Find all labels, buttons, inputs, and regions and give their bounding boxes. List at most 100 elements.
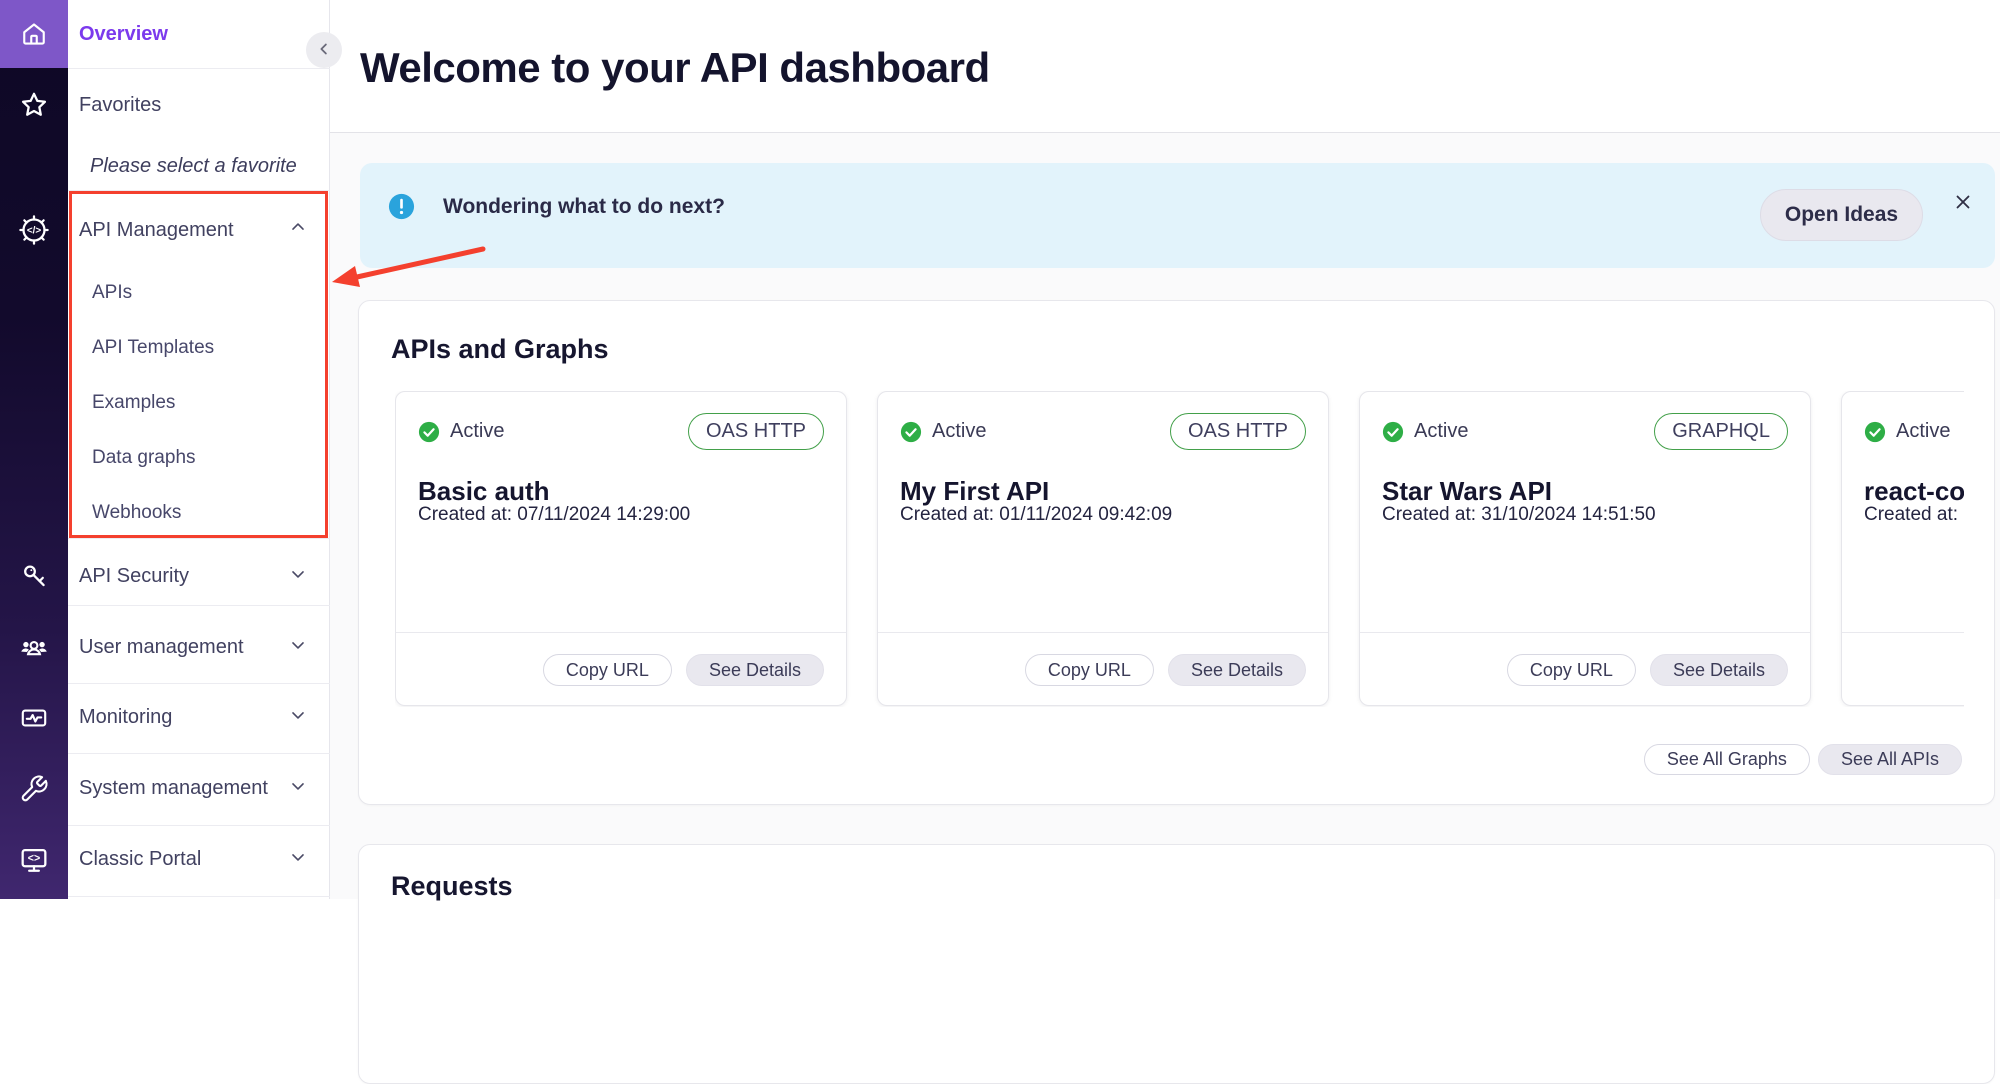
api-type-badge: OAS HTTP — [688, 413, 824, 450]
status-badge: Active — [1896, 420, 1950, 443]
icon-rail: </> <> — [0, 0, 68, 899]
api-cards-row: Active OAS HTTP Basic auth Created at: 0… — [395, 391, 1964, 706]
api-card-basic-auth: Active OAS HTTP Basic auth Created at: 0… — [395, 391, 847, 706]
api-created-at: Created at: 01/11/2024 09:42:09 — [900, 504, 1172, 526]
sidebar-item-api-security[interactable]: API Security — [68, 549, 330, 604]
banner-message: Wondering what to do next? — [443, 194, 725, 219]
api-type-badge: GRAPHQL — [1654, 413, 1788, 450]
sidebar-item-monitoring[interactable]: Monitoring — [68, 690, 330, 745]
sidebar-item-examples[interactable]: Examples — [68, 381, 330, 425]
see-details-button[interactable]: See Details — [1168, 654, 1306, 686]
sidebar-item-label: API Management — [79, 219, 234, 242]
api-name: Star Wars API — [1382, 476, 1552, 507]
see-details-button[interactable]: See Details — [1650, 654, 1788, 686]
api-card-my-first-api: Active OAS HTTP My First API Created at:… — [877, 391, 1329, 706]
info-icon — [387, 192, 416, 226]
svg-text:</>: </> — [27, 226, 42, 237]
status-badge: Active — [932, 420, 986, 443]
sidebar-item-label: Monitoring — [79, 706, 172, 729]
divider — [68, 896, 330, 897]
rail-item-classic-portal[interactable]: <> — [0, 832, 68, 888]
sidebar-item-favorites[interactable]: Favorites — [68, 78, 330, 132]
monitoring-icon — [18, 702, 50, 734]
divider — [68, 605, 330, 606]
rail-item-api-security[interactable] — [0, 548, 68, 604]
sidebar-item-label: Examples — [92, 392, 175, 414]
divider — [68, 825, 330, 826]
api-cards-viewport: Active OAS HTTP Basic auth Created at: 0… — [395, 391, 1964, 707]
divider — [68, 68, 330, 69]
collapse-sidebar-button[interactable] — [306, 32, 342, 68]
sidebar-item-label: Overview — [79, 23, 168, 46]
divider — [68, 538, 330, 539]
sidebar-item-label: Classic Portal — [79, 848, 201, 871]
section-title: Requests — [391, 871, 513, 902]
sidebar-item-label: APIs — [92, 282, 132, 304]
api-created-at: Created at: 31/10/2024 14:51:50 — [1382, 504, 1656, 526]
check-circle-icon — [418, 421, 440, 443]
svg-text:<>: <> — [28, 853, 40, 865]
sidebar-item-classic-portal[interactable]: Classic Portal — [68, 832, 330, 887]
sidebar-item-user-management[interactable]: User management — [68, 620, 330, 675]
rail-item-system-management[interactable] — [0, 761, 68, 817]
api-name: react-co — [1864, 476, 1964, 507]
chevron-down-icon — [288, 776, 308, 802]
apis-and-graphs-section: APIs and Graphs Active OAS HTTP Basic au… — [358, 300, 1995, 805]
sidebar-item-label: Data graphs — [92, 447, 196, 469]
wrench-icon — [19, 774, 49, 804]
copy-url-button[interactable]: Copy URL — [1025, 654, 1154, 686]
sidebar-item-overview[interactable]: Overview — [68, 0, 330, 68]
home-icon — [19, 19, 49, 49]
divider — [68, 190, 330, 191]
chevron-down-icon — [288, 705, 308, 731]
rail-item-home[interactable] — [0, 0, 68, 68]
sidebar-item-label: Webhooks — [92, 502, 181, 524]
sidebar-item-system-management[interactable]: System management — [68, 761, 330, 816]
section-title: APIs and Graphs — [391, 334, 609, 365]
info-banner: Wondering what to do next? Open Ideas — [360, 163, 1995, 268]
copy-url-button[interactable]: Copy URL — [1507, 654, 1636, 686]
see-all-apis-button[interactable]: See All APIs — [1818, 744, 1962, 775]
page-title: Welcome to your API dashboard — [360, 44, 990, 92]
api-type-badge: OAS HTTP — [1170, 413, 1306, 450]
sidebar-nav: Overview Favorites Please select a favor… — [68, 0, 330, 899]
sidebar-item-apis[interactable]: APIs — [68, 271, 330, 315]
rail-item-favorites[interactable] — [0, 77, 68, 133]
check-circle-icon — [900, 421, 922, 443]
chevron-down-icon — [288, 635, 308, 661]
see-details-button[interactable]: See Details — [686, 654, 824, 686]
rail-item-user-management[interactable] — [0, 620, 68, 676]
api-gear-icon: </> — [17, 213, 51, 247]
see-all-graphs-button[interactable]: See All Graphs — [1644, 744, 1810, 775]
users-icon — [17, 631, 51, 665]
api-card-star-wars-api: Active GRAPHQL Star Wars API Created at:… — [1359, 391, 1811, 706]
status-badge: Active — [450, 420, 504, 443]
api-name: My First API — [900, 476, 1049, 507]
open-ideas-button[interactable]: Open Ideas — [1760, 189, 1923, 241]
sidebar-item-label: API Templates — [92, 337, 214, 359]
rail-item-api-management[interactable]: </> — [0, 202, 68, 258]
chevron-down-icon — [288, 847, 308, 873]
sidebar-item-api-templates[interactable]: API Templates — [68, 326, 330, 370]
api-card-react-co: Active react-co Created at: Copy URL See… — [1841, 391, 1964, 706]
rail-item-monitoring[interactable] — [0, 690, 68, 746]
main-header: Welcome to your API dashboard — [330, 0, 2000, 133]
main-content: Welcome to your API dashboard Wondering … — [330, 0, 2000, 899]
sidebar-item-webhooks[interactable]: Webhooks — [68, 491, 330, 535]
key-icon — [18, 560, 50, 592]
copy-url-button[interactable]: Copy URL — [543, 654, 672, 686]
sidebar-item-data-graphs[interactable]: Data graphs — [68, 436, 330, 480]
chevron-up-icon — [288, 217, 308, 243]
sidebar-item-label: API Security — [79, 565, 189, 588]
api-created-at: Created at: — [1864, 504, 1958, 526]
sidebar-item-api-management[interactable]: API Management — [68, 203, 330, 257]
divider — [68, 753, 330, 754]
sidebar-item-label: System management — [79, 777, 268, 800]
portal-monitor-icon: <> — [17, 843, 51, 877]
check-circle-icon — [1382, 421, 1404, 443]
star-icon — [18, 89, 50, 121]
close-icon[interactable] — [1952, 191, 1974, 213]
sidebar-item-label: Favorites — [79, 94, 161, 117]
favorites-placeholder: Please select a favorite — [68, 144, 330, 188]
chevron-left-icon — [315, 40, 333, 61]
